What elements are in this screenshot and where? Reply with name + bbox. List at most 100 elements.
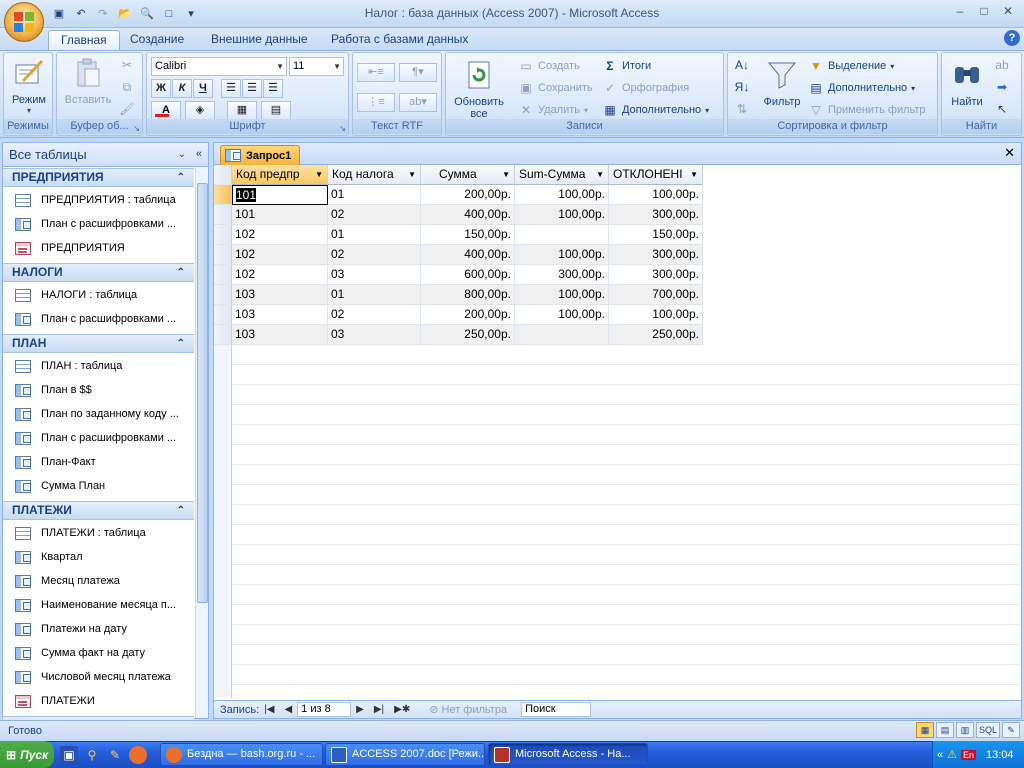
maximize-button[interactable]: □ [972,3,996,20]
pivot-chart-view-icon[interactable]: ▥ [955,722,974,738]
table-cell[interactable]: 101 [232,205,328,225]
column-filter-dropdown-icon[interactable]: ▼ [502,165,510,184]
table-cell[interactable]: 100,00р. [515,305,609,325]
nav-item[interactable]: План в $$ [15,379,195,401]
scroll-thumb[interactable] [197,183,208,603]
taskbar-item-firefox[interactable]: Бездна — bash.org.ru - ... [160,743,323,766]
delete-record-button[interactable]: ✕ Удалить ▾ [518,102,588,118]
office-button[interactable] [4,2,44,42]
table-cell[interactable] [515,325,609,345]
save-record-button[interactable]: ▣ Сохранить [518,80,592,96]
nav-item[interactable]: ПРЕДПРИЯТИЯ : таблица [15,189,195,211]
nav-item[interactable]: Платежи на дату [15,618,195,640]
column-filter-dropdown-icon[interactable]: ▼ [690,165,698,184]
font-color-icon[interactable]: A [151,101,181,120]
nav-item[interactable]: ПРЕДПРИЯТИЯ [15,237,195,259]
mode-button[interactable]: Режим ▾ [7,57,51,115]
select-all-corner[interactable] [214,165,232,185]
chevron-up-icon[interactable]: ⌃ [177,169,185,186]
warning-icon[interactable]: ⚠ [947,748,957,761]
table-cell[interactable]: 100,00р. [609,185,703,205]
row-selector[interactable] [214,185,232,205]
font-size-combo[interactable]: 11 ▼ [289,57,344,76]
table-cell[interactable]: 300,00р. [609,205,703,225]
format-painter-icon[interactable]: 🖌 [119,101,135,117]
row-selector[interactable] [214,285,232,305]
first-record-icon[interactable]: |◀ [264,704,274,715]
sort-ascending-icon[interactable]: A↓ [734,57,750,73]
table-cell[interactable]: 102 [232,265,328,285]
nav-item[interactable]: НАЛОГИ : таблица [15,284,195,306]
alternate-fill-icon[interactable]: ▤ [261,101,291,120]
row-selector[interactable] [214,205,232,225]
cut-icon[interactable]: ✂ [119,57,135,73]
clear-sort-icon[interactable]: ⇅ [734,101,750,117]
row-selector[interactable] [214,265,232,285]
table-cell[interactable]: 600,00р. [421,265,515,285]
table-cell[interactable]: 400,00р. [421,245,515,265]
dialog-launcher-icon[interactable]: ↘ [339,124,346,133]
table-cell[interactable]: 150,00р. [609,225,703,245]
nav-item[interactable]: План с расшифровками ... [15,427,195,449]
tab-home[interactable]: Главная [48,30,120,50]
table-cell[interactable]: 250,00р. [609,325,703,345]
dialog-launcher-icon[interactable]: ↘ [133,124,140,133]
decrease-indent-icon[interactable]: ⇤≡ [357,63,395,82]
align-center-icon[interactable]: ☰ [242,79,262,98]
column-header[interactable]: Код предпр ▼ [232,165,328,185]
gridlines-icon[interactable]: ▦ [227,101,257,120]
minimize-button[interactable]: – [948,3,972,20]
underline-button[interactable]: Ч [193,79,213,98]
goto-icon[interactable]: ➡ [994,79,1010,95]
tool-icon[interactable]: ✎ [106,746,124,764]
shutter-bar-close-icon[interactable]: « [196,143,202,166]
nav-item[interactable]: Наименование месяца п... [15,594,195,616]
nav-item[interactable]: План по заданному коду ... [15,403,195,425]
highlight-icon[interactable]: ab▾ [399,93,437,112]
table-cell[interactable]: 101 [232,185,328,205]
close-document-icon[interactable]: ✕ [1004,145,1015,161]
table-cell[interactable]: 02 [328,245,421,265]
bullets-icon[interactable]: ⋮≡ [357,93,395,112]
column-header[interactable]: Сумма ▼ [421,165,515,185]
row-selector[interactable] [214,325,232,345]
table-cell[interactable]: 100,00р. [515,285,609,305]
table-cell[interactable]: 102 [232,245,328,265]
font-name-combo[interactable]: Calibri ▼ [151,57,287,76]
table-cell[interactable]: 103 [232,305,328,325]
table-cell[interactable]: 300,00р. [609,265,703,285]
paste-button[interactable]: Вставить [61,57,115,106]
nav-group-header[interactable]: ПЛАТЕЖИ ⌃ [3,501,194,520]
nav-item[interactable]: Числовой месяц платежа [15,666,195,688]
tray-expand-icon[interactable]: « [937,749,943,761]
table-cell[interactable]: 800,00р. [421,285,515,305]
table-cell[interactable]: 300,00р. [515,265,609,285]
table-cell[interactable]: 02 [328,205,421,225]
table-cell[interactable]: 02 [328,305,421,325]
table-cell[interactable]: 102 [232,225,328,245]
nav-item[interactable]: План с расшифровками ... [15,308,195,330]
start-button[interactable]: ⊞ Пуск [0,741,54,768]
tab-database-tools[interactable]: Работа с базами данных [319,30,480,50]
table-cell[interactable]: 01 [328,285,421,305]
previous-record-icon[interactable]: ◀ [284,704,292,715]
chevron-up-icon[interactable]: ⌃ [177,264,185,281]
nav-item[interactable]: Квартал [15,546,195,568]
table-cell[interactable]: 200,00р. [421,185,515,205]
tab-query1[interactable]: Запрос1 [220,145,301,165]
row-selector[interactable] [214,245,232,265]
table-cell[interactable]: 103 [232,325,328,345]
column-header[interactable]: ОТКЛОНЕНІ ▼ [609,165,703,185]
select-icon[interactable]: ↖ [994,101,1010,117]
column-header[interactable]: Код налога ▼ [328,165,421,185]
selection-button[interactable]: ▼ Выделение ▾ [808,58,894,74]
totals-button[interactable]: Σ Итоги [602,58,651,74]
column-header[interactable]: Sum-Сумма ▼ [515,165,609,185]
apply-filter-button[interactable]: ▽ Применить фильтр [808,102,925,118]
column-filter-dropdown-icon[interactable]: ▼ [596,165,604,184]
spelling-button[interactable]: ✓ Орфография [602,80,689,96]
align-right-icon[interactable]: ☰ [263,79,283,98]
close-button[interactable]: ✕ [996,3,1020,20]
current-record-field[interactable]: 1 из 8 [297,702,352,717]
datasheet-view-icon[interactable]: ▦ [915,722,934,738]
